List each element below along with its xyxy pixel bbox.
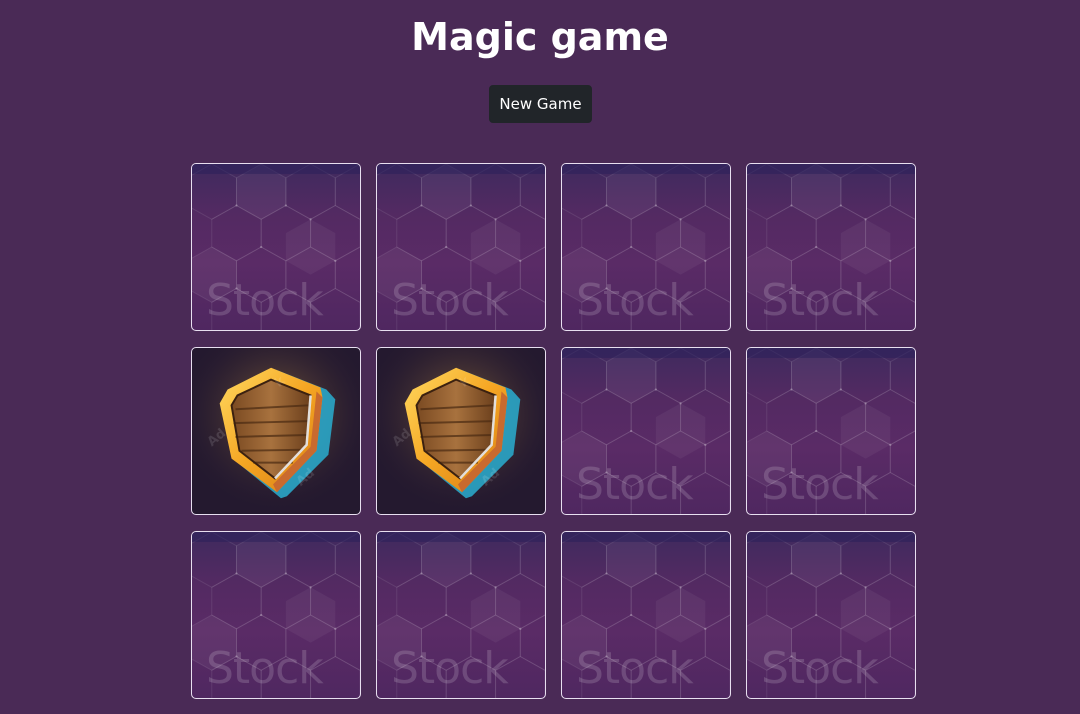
card-face-down-8[interactable]: Stock [746, 347, 916, 515]
card-face-down-11[interactable]: Stock [561, 531, 731, 699]
hexagon-pattern-icon [562, 532, 730, 698]
card-face-up-6[interactable]: Ad k Ad [376, 347, 546, 515]
hexagon-pattern-icon [377, 164, 545, 330]
wooden-shield-icon: Ad k Ad [377, 348, 545, 514]
card-face-up-5[interactable]: Ad k Ad [191, 347, 361, 515]
hexagon-pattern-icon [747, 164, 915, 330]
hexagon-pattern-icon [562, 164, 730, 330]
hexagon-pattern-icon [377, 532, 545, 698]
card-face-down-1[interactable]: Stock [191, 163, 361, 331]
card-face-down-4[interactable]: Stock [746, 163, 916, 331]
card-face-down-10[interactable]: Stock [376, 531, 546, 699]
card-grid: Stock Stock Stock Stock Ad k Ad Ad k Ad … [191, 163, 916, 699]
new-game-button[interactable]: New Game [489, 85, 592, 123]
hexagon-pattern-icon [192, 164, 360, 330]
card-face-down-12[interactable]: Stock [746, 531, 916, 699]
wooden-shield-icon: Ad k Ad [192, 348, 360, 514]
card-face-down-7[interactable]: Stock [561, 347, 731, 515]
hexagon-pattern-icon [562, 348, 730, 514]
card-face-down-9[interactable]: Stock [191, 531, 361, 699]
hexagon-pattern-icon [747, 348, 915, 514]
card-face-down-3[interactable]: Stock [561, 163, 731, 331]
page-title: Magic game [411, 15, 669, 59]
card-face-down-2[interactable]: Stock [376, 163, 546, 331]
hexagon-pattern-icon [192, 532, 360, 698]
hexagon-pattern-icon [747, 532, 915, 698]
